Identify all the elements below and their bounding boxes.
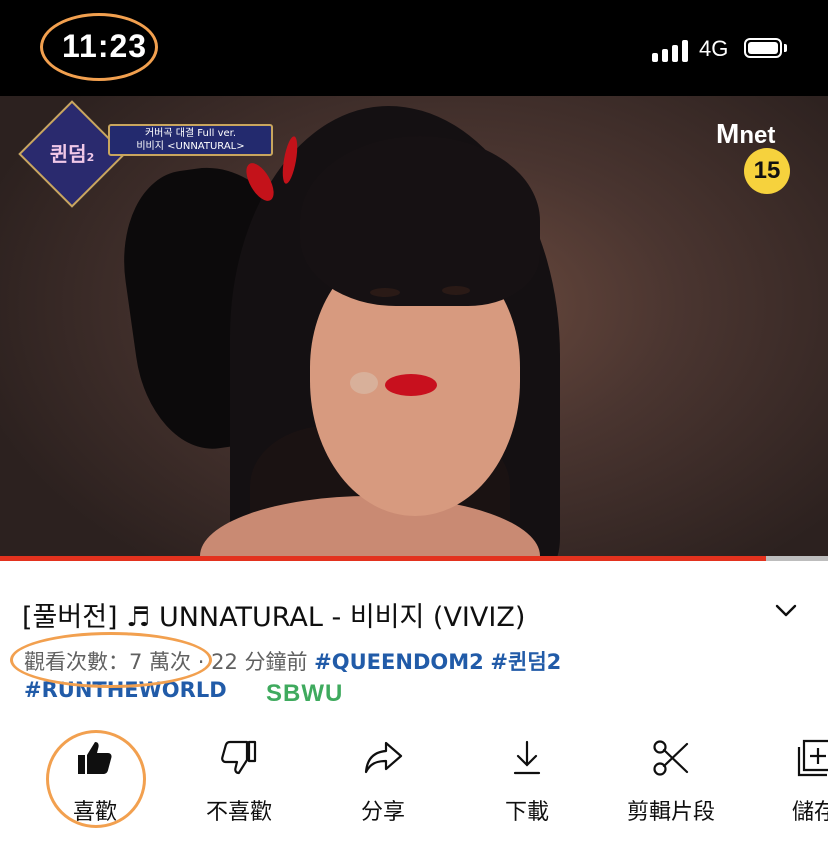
video-progress-bar[interactable] xyxy=(0,556,828,561)
hashtag-link[interactable]: #퀸덤2 xyxy=(490,650,561,674)
scissors-icon xyxy=(653,740,689,776)
video-frame-eye xyxy=(442,286,470,295)
dislike-button[interactable]: 不喜歡 xyxy=(174,738,304,826)
download-icon xyxy=(513,740,541,775)
battery-icon xyxy=(744,38,788,60)
song-banner: 커버곡 대결 Full ver. 비비지 <UNNATURAL> xyxy=(108,124,273,156)
video-frame-headset-mic xyxy=(350,372,378,394)
share-label: 分享 xyxy=(360,800,405,825)
video-player[interactable]: 퀸덤2 커버곡 대결 Full ver. 비비지 <UNNATURAL> Mne… xyxy=(0,96,828,560)
clip-label: 剪輯片段 xyxy=(626,800,715,825)
hashtag-link[interactable]: #QUEENDOM2 xyxy=(314,650,484,674)
time-highlight-circle xyxy=(40,13,158,81)
thumbs-down-icon xyxy=(221,740,257,775)
cellular-signal-icon xyxy=(652,38,692,62)
video-title[interactable]: [풀버전] ♬ UNNATURAL - 비비지 (VIVIZ) xyxy=(22,595,762,634)
banner-line2: 비비지 <UNNATURAL> xyxy=(136,141,245,152)
show-logo-text: 퀸덤2 xyxy=(49,142,95,166)
save-button[interactable]: 儲存 xyxy=(750,738,828,826)
status-bar: 11:23 4G xyxy=(0,0,828,96)
video-frame-eye xyxy=(370,288,400,297)
age-rating-badge: 15 xyxy=(744,148,790,194)
share-button[interactable]: 分享 xyxy=(318,738,448,826)
channel-logo: Mnet xyxy=(716,118,776,149)
like-highlight-circle xyxy=(46,730,146,828)
video-frame-bangs xyxy=(300,136,540,306)
banner-line1: 커버곡 대결 Full ver. xyxy=(144,128,237,139)
video-progress-fill xyxy=(0,556,766,561)
save-label: 儲存 xyxy=(792,800,828,825)
network-type: 4G xyxy=(699,36,729,61)
views-highlight-circle xyxy=(10,632,212,688)
watermark-text: SBWU xyxy=(266,680,344,707)
video-frame-lips xyxy=(385,374,437,396)
clip-button[interactable]: 剪輯片段 xyxy=(606,738,736,826)
dislike-label: 不喜歡 xyxy=(205,800,272,825)
share-icon xyxy=(364,741,403,774)
upload-time: 22 分鐘前 xyxy=(211,650,308,674)
download-button[interactable]: 下載 xyxy=(462,738,592,826)
chevron-down-icon[interactable] xyxy=(772,596,800,624)
download-label: 下載 xyxy=(504,800,549,825)
save-to-playlist-icon xyxy=(797,739,828,777)
